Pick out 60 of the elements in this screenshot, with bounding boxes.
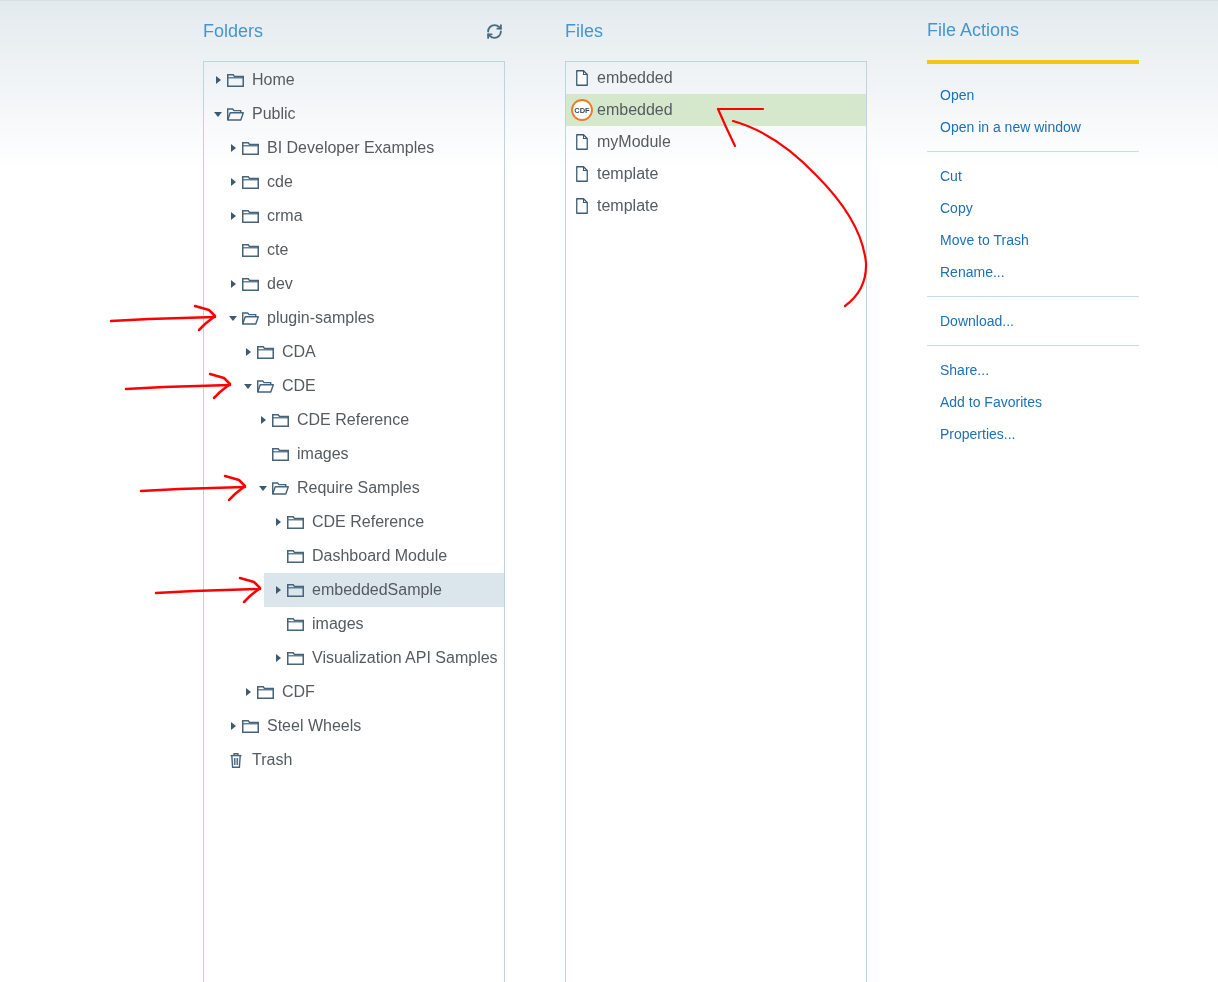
panel-title: Folders — [203, 20, 264, 42]
tree-item[interactable]: CDF — [234, 675, 504, 709]
tree-item[interactable]: BI Developer Examples — [219, 131, 504, 165]
file-item[interactable]: myModule — [566, 126, 866, 158]
tree-item[interactable]: embeddedSample — [264, 573, 504, 607]
tree-item[interactable]: crma — [219, 199, 504, 233]
caret-down-icon[interactable] — [259, 485, 267, 491]
action-link[interactable]: Open in a new window — [940, 111, 1081, 143]
tree-item[interactable]: cde — [219, 165, 504, 199]
caret-right-icon[interactable] — [230, 178, 236, 186]
caret-down-icon[interactable] — [229, 315, 237, 321]
tree-item[interactable]: Visualization API Samples — [264, 641, 504, 675]
caret-down-icon[interactable] — [244, 383, 252, 389]
caret-right-icon[interactable] — [275, 518, 281, 526]
tree-item[interactable]: CDE — [234, 369, 504, 403]
tree-item[interactable]: CDE Reference — [249, 403, 504, 437]
tree-item[interactable]: CDA — [234, 335, 504, 369]
trash-icon — [229, 752, 242, 768]
file-icon — [576, 134, 588, 150]
action-link[interactable]: Open — [940, 79, 975, 111]
tree-item[interactable]: Require Samples — [249, 471, 504, 505]
caret-right-icon[interactable] — [260, 416, 266, 424]
tree-item[interactable]: images — [249, 437, 504, 471]
caret-right-icon[interactable] — [230, 144, 236, 152]
action-link[interactable]: Add to Favorites — [940, 386, 1042, 418]
file-icon — [576, 166, 588, 182]
file-item[interactable]: template — [566, 158, 866, 190]
action-link[interactable]: Copy — [940, 192, 973, 224]
tree-item[interactable]: CDE Reference — [264, 505, 504, 539]
action-link[interactable]: Move to Trash — [940, 224, 1029, 256]
refresh-icon[interactable] — [486, 22, 503, 40]
caret-right-icon[interactable] — [215, 76, 221, 84]
tree-item[interactable]: Public — [204, 97, 504, 131]
action-link[interactable]: Properties... — [940, 418, 1016, 450]
tree-item[interactable]: Dashboard Module — [264, 539, 504, 573]
tree-item[interactable]: images — [264, 607, 504, 641]
caret-right-icon[interactable] — [230, 212, 236, 220]
caret-right-icon[interactable] — [245, 688, 251, 696]
caret-down-icon[interactable] — [214, 111, 222, 117]
caret-right-icon[interactable] — [230, 722, 236, 730]
tree-item[interactable]: plugin-samples — [219, 301, 504, 335]
file-icon — [576, 70, 588, 86]
panel-title: File Actions — [927, 20, 1020, 41]
caret-right-icon[interactable] — [275, 586, 281, 594]
file-item[interactable]: embedded — [566, 62, 866, 94]
file-item[interactable]: template — [566, 190, 866, 222]
file-icon — [576, 198, 588, 214]
tree-item[interactable]: cte — [219, 233, 504, 267]
action-link[interactable]: Rename... — [940, 256, 1005, 288]
action-link[interactable]: Cut — [940, 160, 962, 192]
caret-right-icon[interactable] — [230, 280, 236, 288]
caret-right-icon[interactable] — [245, 348, 251, 356]
tree-item[interactable]: dev — [219, 267, 504, 301]
action-link[interactable]: Download... — [940, 305, 1014, 337]
panel-title: Files — [565, 20, 603, 42]
tree-item[interactable]: Home — [204, 63, 504, 97]
caret-right-icon[interactable] — [275, 654, 281, 662]
action-link[interactable]: Share... — [940, 354, 990, 386]
tree-item[interactable]: Steel Wheels — [219, 709, 504, 743]
tree-item[interactable]: Trash — [204, 743, 504, 777]
